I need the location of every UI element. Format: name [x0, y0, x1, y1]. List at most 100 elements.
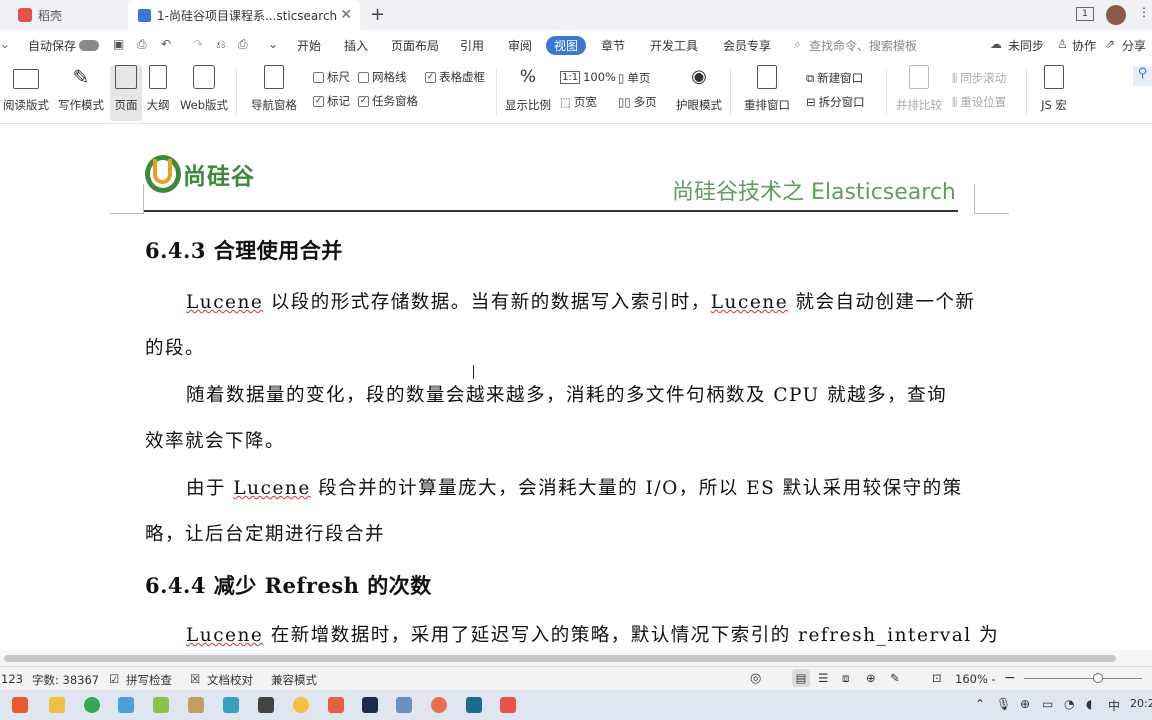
- menu-start[interactable]: 开始: [297, 37, 321, 54]
- page-view-button[interactable]: 页面: [110, 65, 142, 121]
- microphone-icon[interactable]: 🎙: [996, 697, 1011, 711]
- tray-app-icon[interactable]: ⊕: [1020, 697, 1030, 711]
- folder-icon[interactable]: [49, 697, 65, 713]
- app-icon[interactable]: [328, 697, 344, 713]
- app-icon[interactable]: [12, 697, 28, 713]
- new-window-button[interactable]: ⧉ 新建窗口: [806, 70, 863, 86]
- autosave-label: 自动保存: [28, 39, 77, 53]
- app-icon[interactable]: [258, 697, 274, 713]
- preview-icon[interactable]: ⎙: [137, 37, 147, 52]
- chrome-icon[interactable]: [84, 697, 100, 713]
- page-view-icon[interactable]: ▤: [792, 669, 810, 687]
- location-pin-icon[interactable]: ⚲: [1133, 66, 1152, 86]
- web-layout-button[interactable]: Web版式: [178, 65, 230, 121]
- notepad-icon[interactable]: [153, 697, 169, 713]
- menu-review[interactable]: 审阅: [508, 37, 532, 54]
- close-icon[interactable]: ✕: [340, 7, 352, 23]
- menu-member[interactable]: 会员专享: [723, 37, 771, 54]
- outline-view-icon[interactable]: ☰: [818, 671, 828, 685]
- zoom-level[interactable]: 160% -: [955, 672, 996, 686]
- chevron-down-icon[interactable]: ⌄: [0, 37, 10, 51]
- app-icon[interactable]: [396, 697, 412, 713]
- collab-button[interactable]: 协作: [1072, 37, 1096, 54]
- web-view-icon[interactable]: ⊕: [866, 671, 876, 685]
- horizontal-scrollbar[interactable]: [0, 650, 1152, 666]
- read-mode-button[interactable]: 阅读版式: [2, 65, 50, 121]
- app-icon[interactable]: [223, 697, 239, 713]
- more-icon[interactable]: ⌄: [268, 37, 278, 51]
- menu-insert[interactable]: 插入: [344, 37, 368, 54]
- eye-protect-button[interactable]: ◉ 护眼模式: [674, 65, 724, 121]
- sync-scroll-button[interactable]: ⫼ 同步滚动: [952, 70, 1006, 86]
- write-mode-button[interactable]: ✎ 写作模式: [56, 65, 106, 121]
- word-count[interactable]: 字数: 38367: [32, 672, 99, 688]
- avatar[interactable]: [1106, 5, 1126, 25]
- intellij-icon[interactable]: [362, 697, 378, 713]
- js-macro-button[interactable]: JS 宏: [1034, 65, 1074, 121]
- outline-button[interactable]: 大纲: [145, 65, 171, 121]
- gridlines-checkbox[interactable]: 网格线: [358, 69, 407, 85]
- table-gridlines-checkbox[interactable]: ✓ 表格虚框: [425, 69, 485, 85]
- command-search-input[interactable]: 查找命令、搜索模板: [809, 37, 917, 54]
- read-mode-label: 阅读版式: [3, 98, 49, 112]
- zoom-slider[interactable]: [1024, 678, 1142, 679]
- rearrange-window-button[interactable]: 重排窗口: [738, 65, 796, 121]
- app-icon[interactable]: [293, 697, 309, 713]
- menu-dev-tools[interactable]: 开发工具: [650, 37, 698, 54]
- multi-page-button[interactable]: ▯▯ 多页: [618, 94, 657, 110]
- eye-icon[interactable]: ◎: [750, 671, 761, 686]
- split-window-button[interactable]: ⊟ 拆分窗口: [806, 94, 865, 110]
- read-view-icon[interactable]: ⧈: [842, 671, 849, 686]
- web-layout-label: Web版式: [179, 98, 229, 112]
- zoom-out-button[interactable]: −: [1004, 670, 1016, 686]
- tab-daoke[interactable]: 稻壳: [0, 0, 125, 30]
- clock[interactable]: 20:2: [1130, 697, 1152, 710]
- tray-chevron-icon[interactable]: ⌃: [975, 697, 985, 711]
- format-painter-icon[interactable]: ⎌: [216, 37, 226, 52]
- app-icon[interactable]: [188, 697, 204, 713]
- autosave-toggle[interactable]: [79, 40, 99, 51]
- text-span: 就会自动创建一个新: [788, 292, 976, 313]
- menu-layout[interactable]: 页面布局: [391, 37, 439, 54]
- share-button[interactable]: 分享: [1122, 37, 1146, 54]
- scrollbar-thumb[interactable]: [4, 655, 1116, 662]
- single-page-button[interactable]: ▯ 单页: [618, 70, 650, 86]
- app-icon[interactable]: [431, 697, 447, 713]
- menu-chapter[interactable]: 章节: [601, 37, 625, 54]
- page-number[interactable]: 123: [1, 672, 23, 686]
- sync-scroll-label: 同步滚动: [960, 71, 1007, 85]
- zoom-ratio-button[interactable]: % 显示比例: [504, 65, 552, 121]
- app-icon[interactable]: [466, 697, 482, 713]
- side-by-side-button[interactable]: 并排比较: [894, 65, 944, 121]
- volume-icon[interactable]: ◖: [1086, 697, 1092, 711]
- zoom-slider-thumb[interactable]: [1093, 673, 1103, 683]
- write-view-icon[interactable]: ✎: [890, 671, 900, 685]
- reset-position-button[interactable]: ⫼ 重设位置: [952, 94, 1006, 110]
- undo-icon[interactable]: ↶: [161, 37, 171, 51]
- print-icon[interactable]: ⎙: [238, 37, 248, 52]
- menu-view[interactable]: 视图: [546, 36, 587, 55]
- app-icon[interactable]: [118, 697, 134, 713]
- menu-references[interactable]: 引用: [460, 37, 484, 54]
- ruler-checkbox[interactable]: 标尺: [313, 69, 350, 85]
- wifi-icon[interactable]: ◔: [1064, 697, 1074, 711]
- page-width-button[interactable]: ⬚ 页宽: [560, 94, 597, 110]
- battery-icon[interactable]: ▭: [1042, 697, 1053, 711]
- spell-check-button[interactable]: 拼写检查: [126, 672, 172, 688]
- redo-icon[interactable]: ↷: [193, 37, 203, 51]
- new-tab-icon[interactable]: +: [370, 4, 385, 25]
- fit-page-icon[interactable]: ⊡: [932, 671, 942, 685]
- save-icon[interactable]: ▣: [113, 37, 124, 51]
- wps-icon[interactable]: [500, 697, 516, 713]
- ime-indicator[interactable]: 中: [1108, 697, 1120, 714]
- task-pane-checkbox[interactable]: ✓ 任务窗格: [358, 93, 418, 109]
- side-by-side-label: 并排比较: [896, 98, 942, 112]
- sync-status[interactable]: 未同步: [1008, 37, 1044, 54]
- marks-checkbox[interactable]: ✓ 标记: [313, 93, 350, 109]
- doc-proof-button[interactable]: 文档校对: [207, 672, 253, 688]
- nav-pane-button[interactable]: 导航窗格: [246, 65, 302, 121]
- tab-document[interactable]: 1-尚硅谷项目课程系...sticsearch ✕: [128, 0, 360, 30]
- more-icon[interactable]: ⋮: [1138, 5, 1150, 19]
- zoom-100-button[interactable]: 1:1 100%: [560, 70, 616, 84]
- window-count-icon[interactable]: 1: [1076, 7, 1094, 21]
